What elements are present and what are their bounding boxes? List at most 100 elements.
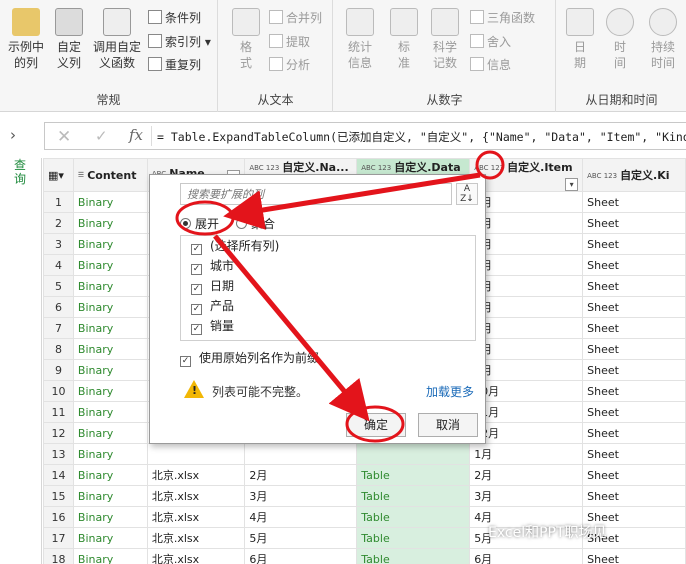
row-number[interactable]: 5 — [43, 275, 74, 297]
row-number[interactable]: 10 — [43, 380, 74, 402]
table-cell[interactable]: Binary — [72, 380, 148, 402]
table-cell[interactable]: Sheet — [582, 443, 686, 465]
table-cell[interactable]: Sheet — [582, 338, 686, 360]
table-cell[interactable]: Sheet — [582, 275, 686, 297]
ok-button[interactable]: 确定 — [346, 413, 406, 437]
sort-az-icon[interactable]: A Z↓ — [456, 183, 478, 205]
table-cell[interactable]: 7月 — [469, 317, 584, 339]
time-button[interactable]: 时 间 — [603, 8, 637, 71]
table-cell[interactable]: Binary — [72, 212, 148, 234]
table-cell[interactable]: Binary — [72, 506, 148, 528]
table-cell[interactable]: Binary — [72, 422, 148, 444]
checklist-item[interactable]: ✓ 产品 — [181, 296, 475, 316]
row-number[interactable]: 11 — [43, 401, 74, 423]
chevron-right-icon[interactable]: › — [10, 126, 16, 144]
table-row[interactable]: 15 Binary 北京.xlsx 3月 Table 3月 Sheet — [43, 485, 686, 507]
table-cell[interactable]: 12月 — [469, 422, 584, 444]
table-cell[interactable] — [244, 443, 358, 465]
table-menu-header[interactable]: ▦▾ — [43, 158, 74, 192]
row-number[interactable]: 12 — [43, 422, 74, 444]
table-cell[interactable]: Table — [356, 548, 471, 564]
table-cell[interactable]: 3月 — [469, 485, 584, 507]
filter-dropdown-icon[interactable]: ▾ — [565, 178, 579, 191]
table-cell[interactable]: Binary — [72, 359, 148, 381]
table-cell[interactable]: Table — [356, 506, 471, 528]
table-cell[interactable]: 6月 — [244, 548, 358, 564]
table-cell[interactable]: Table — [356, 527, 471, 549]
table-cell[interactable]: 北京.xlsx — [146, 548, 246, 564]
duplicate-column-button[interactable]: 重复列 — [148, 55, 201, 75]
trigonometry-button[interactable]: 三角函数 — [470, 8, 535, 28]
cancel-button[interactable]: 取消 — [418, 413, 478, 437]
row-number[interactable]: 16 — [43, 506, 74, 528]
table-cell[interactable] — [356, 443, 471, 465]
table-cell[interactable]: 北京.xlsx — [146, 485, 246, 507]
row-number[interactable]: 18 — [43, 548, 74, 564]
table-cell[interactable]: Binary — [72, 443, 148, 465]
table-cell[interactable]: 北京.xlsx — [146, 527, 246, 549]
table-row[interactable]: 14 Binary 北京.xlsx 2月 Table 2月 Sheet — [43, 464, 686, 486]
table-cell[interactable]: 6月 — [469, 548, 584, 564]
statistics-button[interactable]: 统计 信息 — [340, 8, 380, 71]
table-cell[interactable]: 2月 — [244, 464, 358, 486]
invoke-custom-function-button[interactable]: 调用自定 义函数 — [90, 8, 144, 71]
table-cell[interactable]: Binary — [72, 233, 148, 255]
checkbox[interactable]: ✓ — [191, 264, 202, 275]
table-cell[interactable]: 北京.xlsx — [146, 464, 246, 486]
queries-label[interactable]: 查询 — [12, 158, 28, 186]
formula-bar[interactable]: ✕ ✓ fx = Table.ExpandTableColumn(已添加自定义,… — [44, 122, 686, 150]
table-cell[interactable]: Sheet — [582, 380, 686, 402]
checklist-item[interactable]: ✓ 销量 — [181, 316, 475, 336]
table-cell[interactable]: Binary — [72, 317, 148, 339]
table-cell[interactable]: 4月 — [469, 254, 584, 276]
row-number[interactable]: 17 — [43, 527, 74, 549]
column-from-examples-button[interactable]: 示例中 的列 — [4, 8, 48, 71]
fx-icon[interactable]: fx — [129, 126, 143, 144]
date-button[interactable]: 日 期 — [563, 8, 597, 71]
checkbox[interactable]: ✓ — [191, 324, 202, 335]
cancel-formula-icon[interactable]: ✕ — [57, 127, 71, 147]
format-button[interactable]: 格 式 — [229, 8, 263, 71]
checklist-item[interactable]: ✓ 城市 — [181, 256, 475, 276]
table-cell[interactable]: Sheet — [582, 254, 686, 276]
table-cell[interactable]: Binary — [72, 296, 148, 318]
row-number[interactable]: 1 — [43, 191, 74, 213]
merge-columns-button[interactable]: 合并列 — [269, 8, 322, 28]
row-number[interactable]: 14 — [43, 464, 74, 486]
use-prefix-option[interactable]: ✓ 使用原始列名作为前缀 — [180, 349, 319, 367]
table-cell[interactable]: 2月 — [469, 464, 584, 486]
queries-pane-collapsed[interactable]: 查询 — [0, 158, 42, 564]
table-cell[interactable]: Sheet — [582, 317, 686, 339]
table-cell[interactable]: 5月 — [469, 275, 584, 297]
table-cell[interactable]: Sheet — [582, 212, 686, 234]
parse-button[interactable]: 分析 — [269, 55, 310, 75]
table-cell[interactable]: 6月 — [469, 296, 584, 318]
table-cell[interactable]: 5月 — [244, 527, 358, 549]
radio-expand[interactable]: 展开 — [180, 215, 219, 232]
row-number[interactable]: 7 — [43, 317, 74, 339]
checklist-item[interactable]: ✓ 日期 — [181, 276, 475, 296]
table-cell[interactable]: 10月 — [469, 380, 584, 402]
table-cell[interactable]: Binary — [72, 485, 148, 507]
table-cell[interactable]: Binary — [72, 275, 148, 297]
load-more-link[interactable]: 加载更多 — [426, 383, 474, 400]
checkbox[interactable]: ✓ — [191, 304, 202, 315]
table-cell[interactable]: Binary — [72, 464, 148, 486]
table-cell[interactable]: Sheet — [582, 233, 686, 255]
checkbox[interactable]: ✓ — [191, 244, 202, 255]
table-cell[interactable]: Binary — [72, 338, 148, 360]
confirm-formula-icon[interactable]: ✓ — [95, 127, 108, 145]
checklist-item-select-all[interactable]: ✓ (选择所有列) — [181, 236, 475, 256]
table-cell[interactable]: Sheet — [582, 485, 686, 507]
extract-button[interactable]: 提取 — [269, 32, 310, 52]
table-cell[interactable]: Sheet — [582, 359, 686, 381]
scientific-button[interactable]: 科学 记数 — [426, 8, 464, 71]
checkbox[interactable]: ✓ — [191, 284, 202, 295]
table-cell[interactable]: Binary — [72, 527, 148, 549]
table-cell[interactable]: 3月 — [244, 485, 358, 507]
index-column-button[interactable]: 索引列 ▾ — [148, 32, 211, 52]
table-cell[interactable]: Sheet — [582, 401, 686, 423]
standard-button[interactable]: 标 准 — [386, 8, 422, 71]
row-number[interactable]: 3 — [43, 233, 74, 255]
table-cell[interactable]: Sheet — [582, 191, 686, 213]
